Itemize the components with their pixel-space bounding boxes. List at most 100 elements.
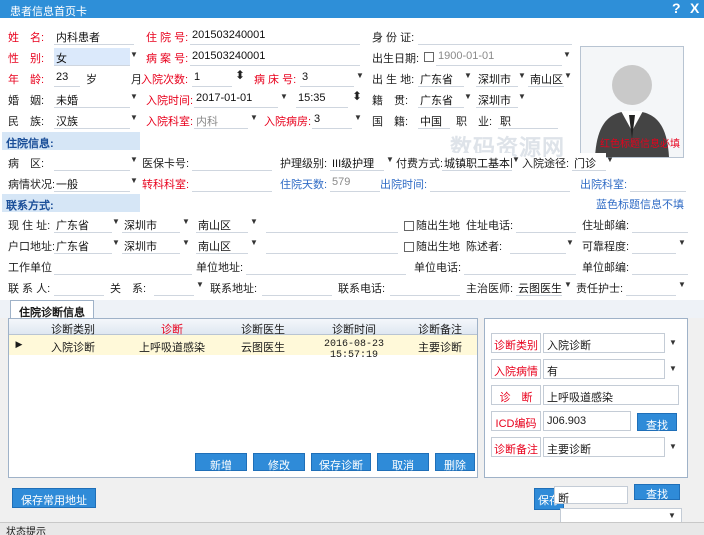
icd-search-button[interactable]: 查找 [637,413,677,432]
name-field[interactable]: 内科患者 [54,27,134,45]
address-district-dropdown-icon[interactable]: ▼ [250,217,258,226]
insurance-field[interactable] [192,153,272,171]
birth-checkbox[interactable] [424,51,436,63]
cell-note[interactable]: 主要诊断 [407,339,473,355]
admit-date-dropdown-icon[interactable]: ▼ [280,92,288,101]
hukou-detail[interactable] [266,236,398,254]
reliability-select[interactable] [632,236,676,254]
detail-condition-select[interactable]: 有 [543,359,665,379]
nationality-field[interactable]: 中国 [418,111,450,129]
native-province[interactable]: 广东省 [418,90,464,108]
birthplace-province[interactable]: 广东省 [418,69,464,87]
nurse-dropdown-icon[interactable]: ▼ [678,280,686,289]
detail-note-dropdown-icon[interactable]: ▼ [669,442,677,451]
detail-icd-field[interactable]: J06.903 [543,411,631,431]
edit-button[interactable]: 修改 [253,453,305,472]
admit-clock-spinner-icon[interactable]: ⬍ [352,89,362,103]
birthplace-district[interactable]: 南山区 [528,69,564,87]
nursing-select[interactable]: III级护理 [330,153,384,171]
help-button[interactable]: ? [672,0,681,16]
admit-count-spinner-icon[interactable]: ⬍ [235,68,245,82]
ethnicity-dropdown-icon[interactable]: ▼ [130,113,138,122]
native-city[interactable]: 深圳市 [476,90,518,108]
address-zip-field[interactable] [632,215,688,233]
transfer-field[interactable] [192,174,272,192]
work-address-field[interactable] [246,257,406,275]
marriage-select[interactable]: 未婚 [54,90,130,108]
admit-ward-dropdown-icon[interactable]: ▼ [354,113,362,122]
admit-count-field[interactable]: 1 [192,69,232,87]
detail-type-select[interactable]: 入院诊断 [543,333,665,353]
ethnicity-select[interactable]: 汉族 [54,111,130,129]
contact-address-field[interactable] [262,278,332,296]
address-province[interactable]: 广东省 [54,215,112,233]
narrator-select[interactable] [510,236,566,254]
birthplace-district-dropdown-icon[interactable]: ▼ [564,71,572,80]
contact-phone-field[interactable] [390,278,460,296]
disease-dropdown-icon[interactable]: ▼ [130,155,138,164]
admit-way-dropdown-icon[interactable]: ▼ [606,155,614,164]
address-phone-field[interactable] [516,215,576,233]
bed-dropdown-icon[interactable]: ▼ [356,71,364,80]
cell-time[interactable]: 2016-08-23 15:57:19 [299,339,409,361]
cell-doctor[interactable]: 云图医生 [231,339,295,355]
birthplace-city[interactable]: 深圳市 [476,69,518,87]
footer-search-button[interactable]: 查找 [634,484,680,501]
admit-date-field[interactable]: 2017-01-01 [194,90,278,108]
tab-diagnosis[interactable]: 住院诊断信息 [10,300,94,319]
native-city-dropdown-icon[interactable]: ▼ [518,92,526,101]
hukou-province[interactable]: 广东省 [54,236,112,254]
nurse-select[interactable] [626,278,676,296]
detail-type-dropdown-icon[interactable]: ▼ [669,338,677,347]
save-diagnosis-button[interactable]: 保存诊断 [311,453,371,472]
detail-note-select[interactable]: 主要诊断 [543,437,665,457]
birthplace-city-dropdown-icon[interactable]: ▼ [518,71,526,80]
admit-clock-field[interactable]: 15:35 [296,90,348,108]
admit-dept-field[interactable]: 内科 [194,111,248,129]
relation-dropdown-icon[interactable]: ▼ [196,280,204,289]
reliability-dropdown-icon[interactable]: ▼ [678,238,686,247]
work-phone-field[interactable] [464,257,576,275]
footer-dropdown-icon[interactable]: ▼ [668,511,676,520]
occupation-field[interactable]: 职 [498,111,558,129]
add-button[interactable]: 新增 [195,453,247,472]
footer-field[interactable]: 断 [554,486,628,505]
doctor-dropdown-icon[interactable]: ▼ [564,280,572,289]
address-district[interactable]: 南山区 [196,215,248,233]
payment-select[interactable]: 城镇职工基本医 [442,153,512,171]
address-province-dropdown-icon[interactable]: ▼ [112,217,120,226]
cell-type[interactable]: 入院诊断 [33,339,113,355]
nursing-dropdown-icon[interactable]: ▼ [386,155,394,164]
hukou-province-dropdown-icon[interactable]: ▼ [112,238,120,247]
narrator-dropdown-icon[interactable]: ▼ [566,238,574,247]
save-address-button[interactable]: 保存常用地址 [12,488,96,508]
inpatient-no-field[interactable]: 201503240001 [190,27,360,45]
admit-way-select[interactable]: 门诊 [572,153,606,171]
admit-dept-dropdown-icon[interactable]: ▼ [250,113,258,122]
cancel-button[interactable]: 取消 [377,453,429,472]
payment-dropdown-icon[interactable]: ▼ [512,155,520,164]
condition-select[interactable]: 一般 [54,174,130,192]
age-field[interactable]: 23 [54,69,80,87]
native-province-dropdown-icon[interactable]: ▼ [464,92,472,101]
hukou-city-dropdown-icon[interactable]: ▼ [182,238,190,247]
hukou-district[interactable]: 南山区 [196,236,248,254]
detail-condition-dropdown-icon[interactable]: ▼ [669,364,677,373]
detail-diagnosis-field[interactable]: 上呼吸道感染 [543,385,679,405]
relation-select[interactable] [154,278,194,296]
birth-dropdown-icon[interactable]: ▼ [563,50,571,59]
cell-diagnosis[interactable]: 上呼吸道感染 [117,339,227,355]
ward-no-field[interactable]: 201503240001 [190,48,360,66]
hukou-city[interactable]: 深圳市 [122,236,180,254]
work-zip-field[interactable] [632,257,688,275]
address-city[interactable]: 深圳市 [122,215,180,233]
gender-select[interactable]: 女 [54,48,130,66]
gender-dropdown-icon[interactable]: ▼ [130,50,138,59]
bed-field[interactable]: 3 [300,69,354,87]
birthplace-province-dropdown-icon[interactable]: ▼ [464,71,472,80]
table-row[interactable]: ▶ 入院诊断 上呼吸道感染 云图医生 2016-08-23 15:57:19 主… [9,335,477,361]
close-button[interactable]: X [690,0,699,16]
delete-button[interactable]: 删除 [435,453,475,472]
marriage-dropdown-icon[interactable]: ▼ [130,92,138,101]
id-field[interactable] [418,27,572,45]
